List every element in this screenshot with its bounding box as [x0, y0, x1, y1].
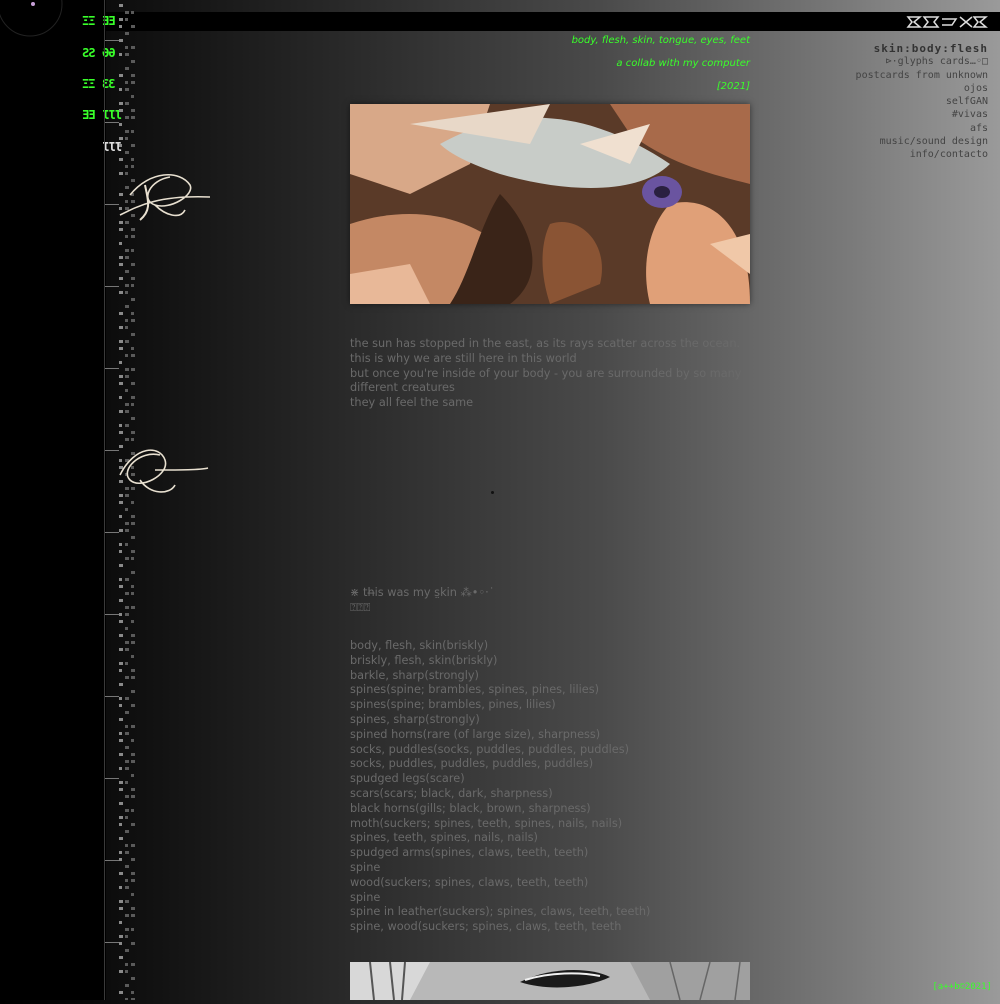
list-line: spines(spine; brambles, spines, pines, l… [350, 683, 600, 697]
list-line: barkle, sharp(strongly) [350, 668, 479, 682]
skin-note-glyphs: ⍰⍰⍰ [350, 600, 371, 614]
list-line: moth(suckers; spines, teeth, spines, nai… [350, 816, 623, 830]
nav-link-glyphs-cards[interactable]: ⊳·glyphs cards…◦□ [856, 55, 988, 68]
top-bar [0, 12, 1000, 31]
list-line: spines, sharp(strongly) [350, 712, 480, 726]
list-line: spine, wood(suckers; spines, claws, teet… [350, 920, 622, 934]
list-line: body, flesh, skin(briskly) [350, 639, 489, 652]
code-glyphs-icon [101, 4, 135, 1001]
nav-link-music-sound[interactable]: music/sound design [856, 135, 988, 148]
glyph-nav-item[interactable]: ƧƧ [82, 46, 95, 60]
nav-link-selfgan[interactable]: selfGAN [856, 95, 988, 108]
nav-link-postcards[interactable]: postcards from unknown [856, 69, 988, 82]
code-column [101, 0, 139, 1001]
list-line: spines, teeth, spines, nails, nails) [350, 831, 538, 845]
hero-artwork-image[interactable] [350, 104, 750, 304]
left-black-strip [0, 0, 106, 1000]
list-line: spine [350, 890, 381, 904]
calligraphy-icon [119, 449, 209, 493]
list-line: scars(scars; black, dark, sharpness) [350, 786, 553, 800]
intro-line: the sun has stopped in the east, as its … [350, 337, 741, 350]
list-line: spine [350, 860, 381, 874]
collab-note: a collab with my computer [616, 58, 750, 69]
skin-note-line: ⋇ th̶is was my s̤kin ⁂•◦·˙ [350, 586, 495, 599]
site-title[interactable]: skin:body:flesh [856, 42, 988, 55]
intro-line: different creatures [350, 381, 455, 395]
calligraphy-icon [119, 173, 211, 221]
list-line: socks, puddles(socks, puddles, puddles, … [350, 742, 630, 756]
list-line: wood(suckers; spines, claws, teeth, teet… [350, 875, 589, 889]
list-line: socks, puddles, puddles, puddles, puddle… [350, 757, 594, 771]
list-line: spine in leather(suckers); spines, claws… [350, 905, 651, 919]
list-line: briskly, flesh, skin(briskly) [350, 653, 498, 667]
nav-link-vivas[interactable]: #vivas [856, 108, 988, 121]
bottom-artwork-image[interactable] [350, 962, 750, 1000]
list-line: spined horns(rare (of large size), sharp… [350, 727, 601, 741]
glyph-nav-item[interactable]: ƎƎ [82, 108, 95, 122]
list-line: black horns(gills; black, brown, sharpne… [350, 801, 591, 815]
list-line: spudged legs(scare) [350, 772, 465, 786]
nav-link-info-contacto[interactable]: info/contacto [856, 148, 988, 161]
copyright-label: [a++b©2021] [932, 982, 992, 992]
cursor-dot [491, 491, 494, 494]
intro-line: they all feel the same [350, 396, 474, 410]
nav-link-afs[interactable]: afs [856, 122, 988, 135]
nav-link-ojos[interactable]: ojos [856, 82, 988, 95]
glitch-logo-icon[interactable] [906, 15, 988, 29]
intro-text: the sun has stopped in the east, as its … [350, 337, 750, 411]
year-label: [2021] [716, 81, 750, 92]
site-nav: skin:body:flesh ⊳·glyphs cards…◦□ postca… [856, 42, 988, 162]
glyph-nav-item[interactable]: ΞΞ [82, 77, 95, 91]
words-list: body, flesh, skin(briskly) briskly, flesh… [350, 639, 750, 935]
skin-note: ⋇ th̶is was my s̤kin ⁂•◦·˙ ⍰⍰⍰ [350, 586, 750, 616]
intro-line: but once you're inside of your body - yo… [350, 366, 742, 380]
list-line: spudged arms(spines, claws, teeth, teeth… [350, 846, 589, 860]
page-subtitle: body, flesh, skin, tongue, eyes, feet [571, 35, 750, 46]
list-line: spines(spine; brambles, pines, lilies) [350, 698, 556, 712]
intro-line: this is why we are still here in this wo… [350, 351, 577, 365]
glyph-nav-item[interactable]: ΞΞ [82, 14, 95, 28]
